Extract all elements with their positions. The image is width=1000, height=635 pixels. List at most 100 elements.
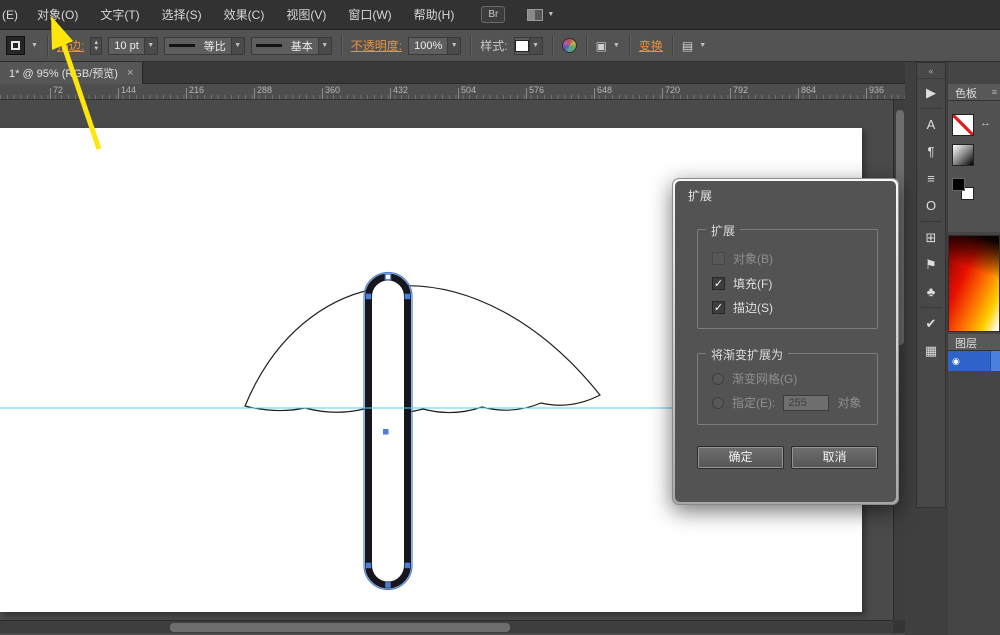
- collapse-dock-button[interactable]: «: [917, 63, 945, 79]
- divider: [47, 35, 48, 57]
- document-tab[interactable]: 1* @ 95% (RGB/预览) ×: [0, 62, 143, 84]
- flag-icon: ⚑: [925, 257, 937, 273]
- chevron-down-glyph: ▼: [321, 42, 328, 49]
- align-boxes-icon[interactable]: ▤: [682, 39, 693, 53]
- check-icon: ✓: [714, 278, 723, 290]
- menu-item-edit[interactable]: (E): [0, 0, 26, 30]
- collapsed-panel-strip: « ▶ A ¶ ≡ O ⊞ ⚑ ♣ ✔ ▦: [916, 62, 946, 508]
- recolor-artwork-icon[interactable]: [562, 38, 577, 53]
- stroke-checkbox-label[interactable]: 描边(S): [733, 299, 773, 316]
- divider: [920, 307, 942, 308]
- horizontal-scrollbar[interactable]: [0, 620, 893, 633]
- dock-panel-button-7[interactable]: ⚑: [917, 251, 945, 278]
- option-row: 对象(B): [712, 250, 773, 267]
- grid-icon: ⊞: [926, 230, 937, 246]
- layer-row-selected[interactable]: ◉: [948, 351, 1000, 371]
- expand-group-label: 扩展: [706, 222, 740, 239]
- dialog-buttons: 确定 取消: [697, 446, 878, 469]
- gradient-mesh-label[interactable]: 渐变网格(G): [732, 370, 797, 387]
- paragraph-icon: ¶: [928, 144, 935, 159]
- dock-panel-button-6[interactable]: ⊞: [917, 224, 945, 251]
- bridge-icon[interactable]: Br: [481, 6, 505, 23]
- chevron-down-icon[interactable]: ▼: [699, 42, 706, 49]
- select-similar-icon[interactable]: ▣: [596, 39, 607, 53]
- dock-panel-button-3[interactable]: ¶: [917, 138, 945, 165]
- fill-color-icon[interactable]: [6, 36, 25, 55]
- object-checkbox-label[interactable]: 对象(B): [733, 250, 773, 267]
- menu-item-object[interactable]: 对象(O): [26, 0, 89, 30]
- opacity-panel-link[interactable]: 不透明度:: [351, 37, 402, 54]
- chevron-down-icon[interactable]: ▼: [31, 42, 38, 49]
- control-bar: ▼ 描边: ▲ ▼ 10 pt ▼ 等比 ▼ 基本 ▼ 不透明度: 100% ▼…: [0, 30, 1000, 62]
- chevron-down-icon[interactable]: ▼: [144, 38, 157, 54]
- fill-checkbox[interactable]: ✓: [712, 277, 725, 290]
- close-icon[interactable]: ×: [127, 67, 133, 79]
- width-profile-combo[interactable]: 等比 ▼: [164, 37, 245, 55]
- stroke-checkbox[interactable]: ✓: [712, 301, 725, 314]
- expand-gradient-group: 将渐变扩展为 渐变网格(G) 指定(E): 对象: [697, 353, 878, 425]
- app-window: (E) 对象(O) 文字(T) 选择(S) 效果(C) 视图(V) 窗口(W) …: [0, 0, 1000, 635]
- layers-panel-tab[interactable]: 图层: [948, 334, 1000, 351]
- ok-button[interactable]: 确定: [697, 446, 784, 469]
- workspace-switcher[interactable]: ▼: [527, 9, 554, 21]
- dock-panel-button-4[interactable]: ≡: [917, 165, 945, 192]
- dock-panel-button-1[interactable]: ▶: [917, 79, 945, 106]
- menu-item-window[interactable]: 窗口(W): [337, 0, 402, 30]
- scrollbar-corner: [893, 620, 905, 633]
- document-tab-bar: 1* @ 95% (RGB/预览) ×: [0, 62, 905, 84]
- transform-panel-link[interactable]: 变换: [639, 37, 663, 54]
- gradient-swatch[interactable]: [952, 144, 974, 166]
- chevron-down-icon[interactable]: ▼: [529, 38, 542, 54]
- menu-item-effect[interactable]: 效果(C): [213, 0, 276, 30]
- object-checkbox[interactable]: [712, 252, 725, 265]
- collapse-icon: «: [928, 66, 933, 76]
- cancel-button[interactable]: 取消: [791, 446, 878, 469]
- dock-panel-button-2[interactable]: A: [917, 111, 945, 138]
- scrollbar-thumb[interactable]: [170, 623, 510, 632]
- stroke-weight-stepper[interactable]: ▲ ▼: [90, 37, 102, 55]
- stroke-panel-link[interactable]: 描边:: [57, 37, 84, 54]
- specify-suffix-label: 对象: [837, 394, 861, 411]
- chevron-down-glyph: ▼: [234, 42, 241, 49]
- graphic-style-combo[interactable]: ▼: [514, 37, 543, 55]
- option-row: 渐变网格(G): [712, 370, 797, 387]
- menu-item-help[interactable]: 帮助(H): [403, 0, 466, 30]
- divider: [629, 35, 630, 57]
- swatches-panel-tab[interactable]: 色板 ≡: [948, 84, 1000, 101]
- panel-column: 色板 ≡ ↔ 图层 ◉: [948, 62, 1000, 635]
- panel-menu-icon[interactable]: ≡: [992, 87, 997, 97]
- option-row: 指定(E): 对象: [712, 394, 861, 411]
- dock-panel-button-5[interactable]: O: [917, 192, 945, 219]
- stroke-profile-icon: [169, 44, 195, 47]
- visibility-eye-icon[interactable]: ◉: [952, 356, 960, 367]
- none-swatch[interactable]: [952, 114, 974, 136]
- fill-checkbox-label[interactable]: 填充(F): [733, 275, 772, 292]
- opacity-combo[interactable]: 100% ▼: [408, 37, 461, 55]
- swap-colors-icon[interactable]: ↔: [980, 117, 991, 129]
- menu-item-view[interactable]: 视图(V): [275, 0, 337, 30]
- specify-label[interactable]: 指定(E):: [732, 394, 775, 411]
- chevron-down-icon[interactable]: ▼: [318, 38, 331, 54]
- style-label: 样式:: [480, 37, 507, 54]
- style-swatch-icon: [515, 40, 529, 52]
- chevron-down-icon[interactable]: ▼: [447, 38, 460, 54]
- menu-item-type[interactable]: 文字(T): [89, 0, 150, 30]
- dock-panel-button-9[interactable]: ✔: [917, 310, 945, 337]
- dock-panel-button-8[interactable]: ♣: [917, 278, 945, 305]
- stroke-weight-combo[interactable]: 10 pt ▼: [108, 37, 157, 55]
- divider: [920, 221, 942, 222]
- chevron-down-glyph: ▼: [147, 42, 154, 49]
- chevron-down-icon[interactable]: ▼: [613, 42, 620, 49]
- brush-definition-combo[interactable]: 基本 ▼: [251, 37, 332, 55]
- fill-proxy-swatch[interactable]: [952, 178, 965, 191]
- chevron-down-icon[interactable]: ▼: [231, 38, 244, 54]
- specify-radio[interactable]: [712, 397, 724, 409]
- opacity-value: 100%: [409, 40, 447, 52]
- dock-panel-button-10[interactable]: ▦: [917, 337, 945, 364]
- specify-objects-input[interactable]: [783, 395, 829, 411]
- gradient-mesh-radio[interactable]: [712, 373, 724, 385]
- color-spectrum[interactable]: [948, 235, 1000, 332]
- club-icon: ♣: [927, 284, 936, 299]
- horizontal-ruler[interactable]: 72 144 216 288 360 432 504 576 648 720 7…: [0, 84, 905, 100]
- menu-item-select[interactable]: 选择(S): [151, 0, 213, 30]
